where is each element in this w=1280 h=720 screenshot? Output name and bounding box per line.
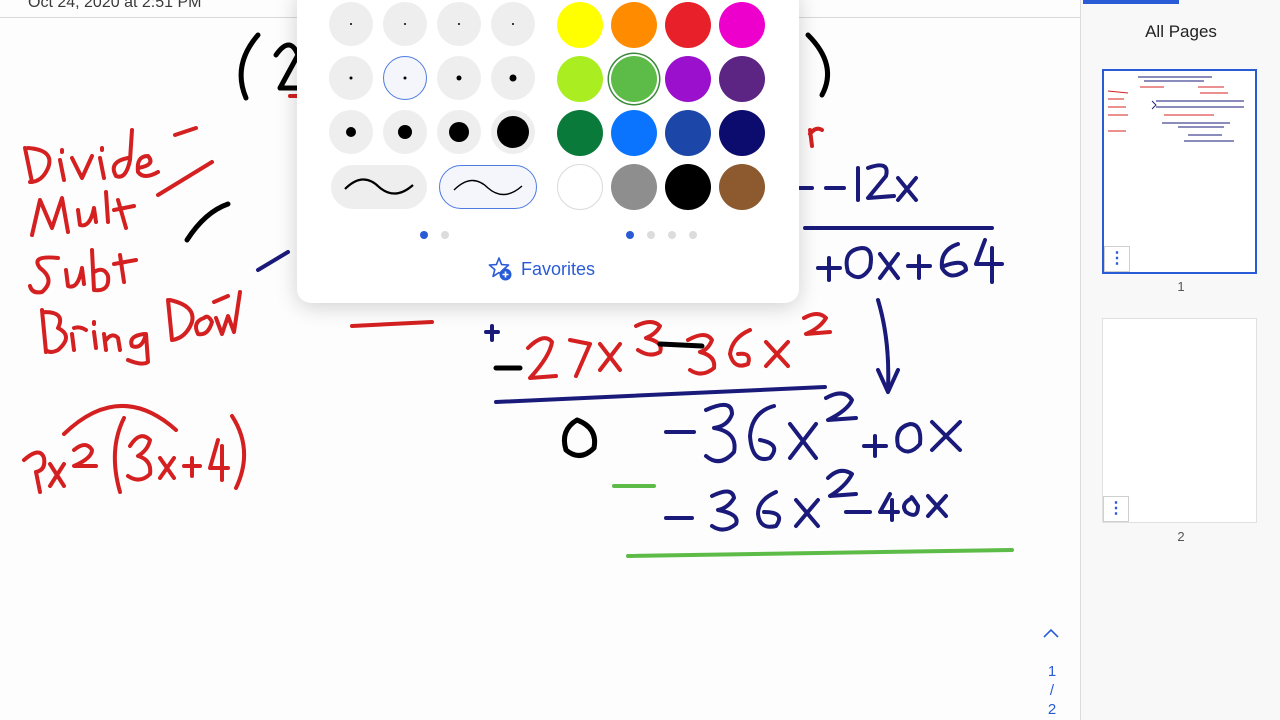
pen-size-option[interactable] [437, 110, 481, 154]
page-indicator: 1 / 2 [1040, 662, 1064, 719]
color-swatch[interactable] [557, 56, 603, 102]
color-page-dot-active[interactable] [626, 231, 634, 239]
color-swatch[interactable] [557, 164, 603, 210]
more-vertical-icon[interactable]: ⋮ [1103, 496, 1129, 522]
more-vertical-icon[interactable]: ⋮ [1104, 246, 1130, 272]
stroke-style-option[interactable] [331, 165, 427, 209]
pen-size-option[interactable] [383, 2, 427, 46]
pen-size-option[interactable] [437, 2, 481, 46]
size-page-dot[interactable] [441, 231, 449, 239]
color-swatch[interactable] [557, 2, 603, 48]
pen-size-option[interactable] [329, 2, 373, 46]
page-thumbnail-number: 2 [1177, 529, 1185, 544]
thumbnail-preview [1107, 76, 1244, 142]
pane-tab-indicator [1083, 0, 1179, 4]
ink-green-line [626, 548, 1014, 558]
color-page-dot[interactable] [647, 231, 655, 239]
page-thumbnail-2[interactable]: ⋮ [1102, 318, 1257, 523]
pen-size-option[interactable] [383, 110, 427, 154]
pages-sidebar: All Pages ⋮ 1 ⋮ 2 [1080, 0, 1280, 720]
color-swatch[interactable] [719, 2, 765, 48]
color-swatch[interactable] [665, 56, 711, 102]
page-indicator-current: 1 [1047, 663, 1057, 680]
color-swatch[interactable] [611, 164, 657, 210]
color-swatch[interactable] [665, 2, 711, 48]
color-swatch[interactable] [665, 164, 711, 210]
color-swatch[interactable] [719, 56, 765, 102]
favorites-button[interactable]: Favorites [487, 256, 595, 282]
color-swatch[interactable] [611, 110, 657, 156]
ink-paren-right [805, 32, 831, 98]
ink-paren-left [238, 32, 261, 101]
color-swatch[interactable] [665, 110, 711, 156]
stroke-style-option-selected[interactable] [439, 165, 537, 209]
note-canvas[interactable]: Oct 24, 2020 at 2:51 PM Favorites 1 / 2 [0, 0, 1080, 720]
pen-options-popover: Favorites [297, 0, 799, 303]
favorites-label: Favorites [521, 258, 596, 279]
star-plus-icon [488, 257, 512, 281]
color-page-dot[interactable] [668, 231, 676, 239]
stroke-wave-icon [344, 178, 414, 195]
color-swatch[interactable] [557, 110, 603, 156]
ink-blue-stroke [256, 250, 290, 272]
page-thumbnail-1[interactable]: ⋮ [1102, 69, 1257, 274]
pen-size-option[interactable] [329, 110, 373, 154]
pen-size-option[interactable] [329, 56, 373, 100]
color-swatch[interactable] [611, 2, 657, 48]
page-indicator-total: 2 [1047, 701, 1057, 718]
page-indicator-separator: / [1049, 682, 1055, 699]
color-page-dot[interactable] [689, 231, 697, 239]
color-swatch[interactable] [719, 110, 765, 156]
pages-sidebar-title: All Pages [1145, 22, 1217, 41]
pen-size-option[interactable] [491, 2, 535, 46]
ink-black-stroke [184, 201, 231, 243]
pen-size-option[interactable] [491, 56, 535, 100]
pen-size-option[interactable] [491, 110, 535, 154]
pen-size-option-selected[interactable] [383, 56, 427, 100]
size-page-dot-active[interactable] [420, 231, 428, 239]
color-swatch[interactable] [719, 164, 765, 210]
chevron-up-icon[interactable] [1040, 622, 1062, 644]
stroke-wave-thin-icon [453, 179, 523, 196]
page-thumbnail-number: 1 [1177, 279, 1185, 294]
color-swatch-selected[interactable] [611, 56, 657, 102]
pen-size-option[interactable] [437, 56, 481, 100]
